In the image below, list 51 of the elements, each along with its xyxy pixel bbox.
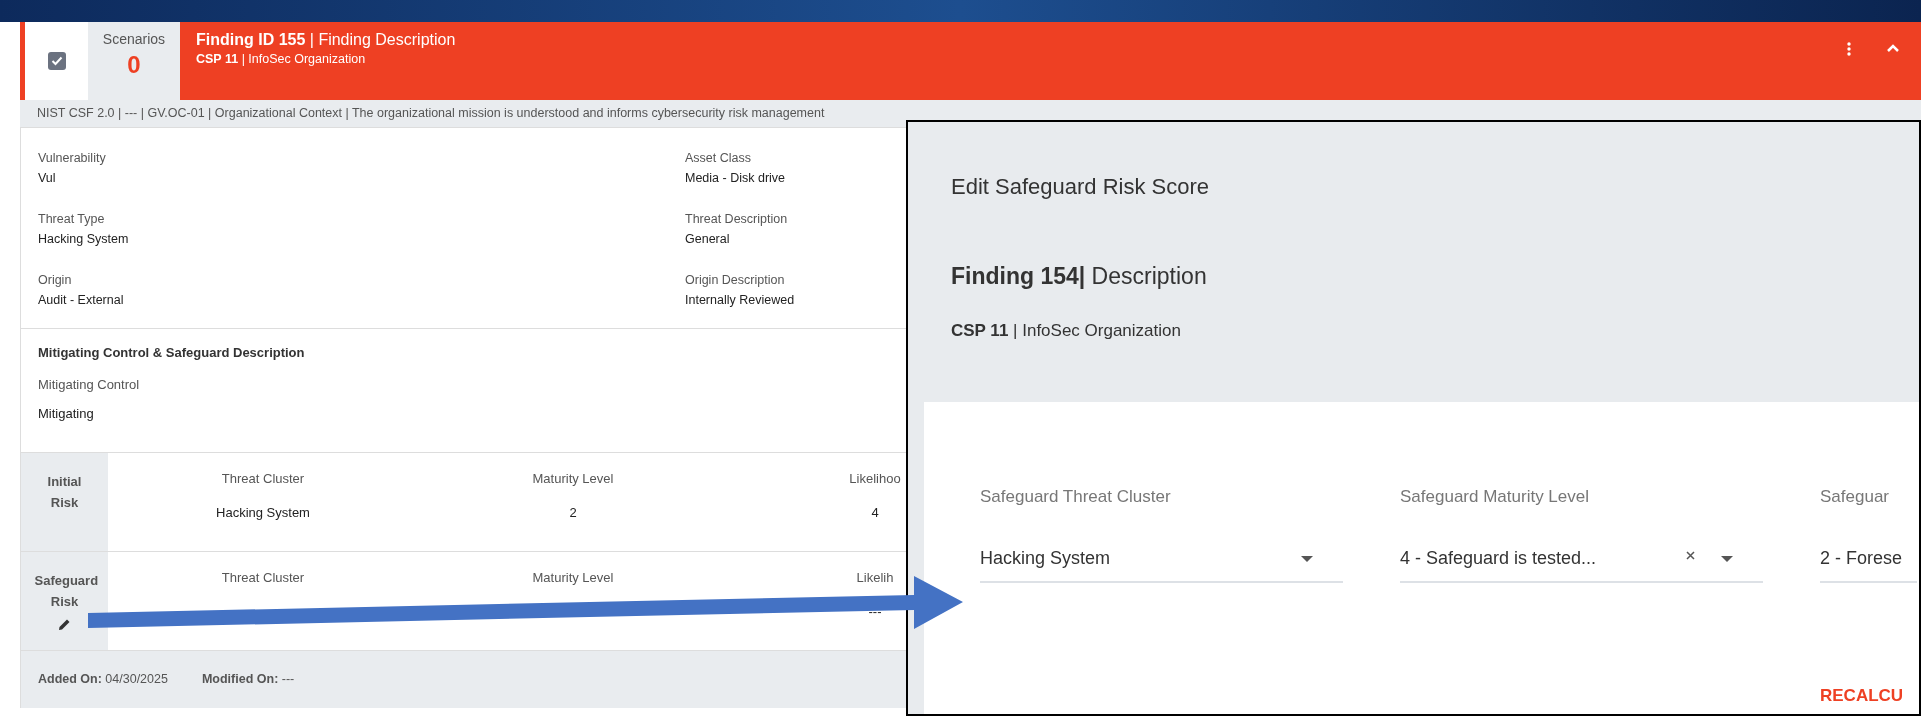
recalculate-button[interactable]: RECALCU [1820, 682, 1904, 708]
field-label: Safeguard Threat Cluster [980, 486, 1171, 508]
field-label: Vulnerability [38, 150, 106, 166]
section-title: Mitigating Control & Safeguard Description [38, 344, 306, 362]
field-label: Threat Type [38, 211, 105, 227]
column-value: 2 [569, 504, 577, 522]
select-field[interactable]: 2 - Forese [1820, 542, 1917, 583]
edit-icon[interactable] [58, 618, 71, 631]
checkbox[interactable] [47, 52, 66, 70]
footer-text: Added On: 04/30/2025 [38, 671, 168, 689]
field-value: Mitigating [38, 405, 95, 423]
field-value: Internally Reviewed [685, 292, 795, 309]
field-label: Threat Description [685, 211, 788, 227]
dropdown-icon[interactable] [1301, 555, 1313, 562]
field-value: Media - Disk drive [685, 170, 786, 187]
column-label: Likelihoo [849, 471, 901, 487]
dialog-title: Edit Safeguard Risk Score [951, 173, 1210, 201]
scenarios-label: Scenarios [102, 30, 166, 49]
checkmark-icon [50, 56, 63, 66]
field-value: Vul [38, 170, 56, 187]
scenarios-count: 0 [127, 50, 141, 80]
field-value: Audit - External [38, 292, 124, 309]
field-value: Hacking System [38, 231, 129, 248]
column-label: Maturity Level [532, 570, 614, 586]
select-field[interactable]: 4 - Safeguard is tested... [1400, 542, 1763, 583]
column-label: Maturity Level [532, 471, 614, 487]
column-value: 4 [871, 504, 879, 522]
finding-subtitle: CSP 11 | InfoSec Organization [196, 51, 367, 68]
field-value: General [685, 231, 730, 248]
clear-icon[interactable] [1686, 550, 1695, 560]
field-label: Safeguar [1820, 486, 1889, 508]
more-icon[interactable] [1847, 42, 1851, 56]
field-label: Origin [38, 272, 72, 288]
dialog-subtitle: CSP 11 | InfoSec Organization [951, 319, 1181, 342]
collapse-icon[interactable] [1887, 44, 1899, 52]
framework-line: NIST CSF 2.0 | --- | GV.OC-01 | Organizational Context | The organizational mission is understood and informs cybersecurity risk management [37, 106, 825, 120]
column-value: Hacking System [216, 504, 310, 522]
dropdown-icon[interactable] [1721, 555, 1733, 562]
column-label: Threat Cluster [221, 471, 305, 487]
select-field[interactable]: Hacking System [980, 542, 1343, 583]
column-value: --- [868, 603, 882, 621]
field-label: Origin Description [685, 272, 785, 288]
dialog-finding: Finding 154| Description [951, 262, 1207, 291]
field-label: Mitigating Control [38, 375, 141, 394]
footer-text: Modified On: --- [201, 671, 295, 689]
row-label: Initial Risk [46, 473, 83, 512]
field-label: Asset Class [685, 150, 751, 166]
field-label: Safeguard Maturity Level [1400, 486, 1589, 508]
column-label: Likelih [856, 570, 894, 586]
column-label: Threat Cluster [221, 570, 305, 586]
finding-title: Finding ID 155 | Finding Description [196, 30, 457, 50]
